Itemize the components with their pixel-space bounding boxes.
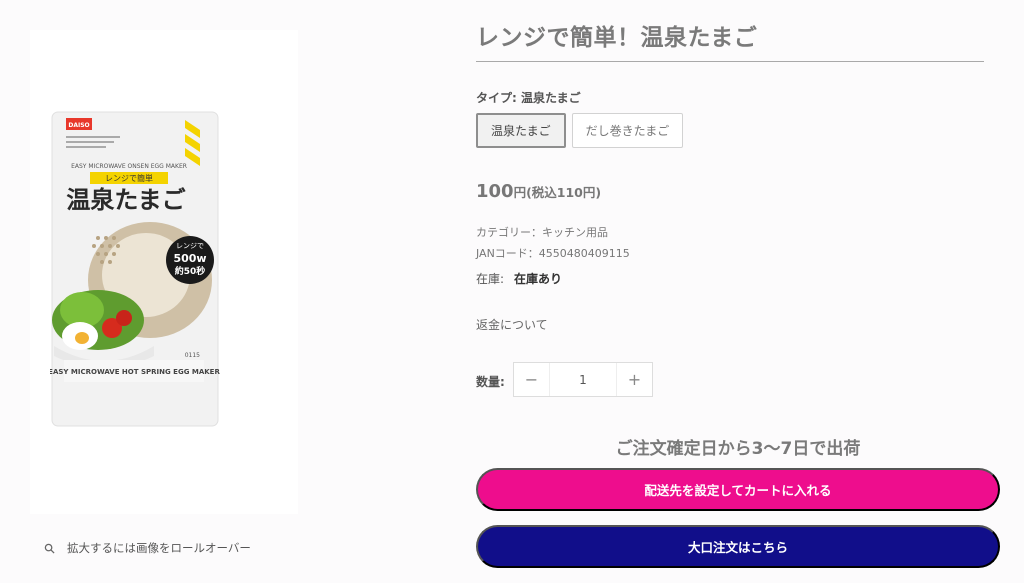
zoom-hint: 拡大するには画像をロールオーバー xyxy=(44,540,251,556)
badge-watt-text: 500w xyxy=(173,252,206,265)
quantity-increment-button[interactable]: + xyxy=(617,363,652,396)
photo-item-number: 0115 xyxy=(185,352,200,359)
product-image[interactable]: DAISO レンジで簡単 EASY MICROWAVE ONSEN EGG MA… xyxy=(50,110,220,428)
stock-status: 在庫: 在庫あり xyxy=(476,270,562,287)
category-text: カテゴリー：キッチン用品 xyxy=(476,226,608,239)
price-unit: 円(税込110円) xyxy=(513,185,602,200)
badge-time-text: 約50秒 xyxy=(175,265,206,277)
search-icon xyxy=(44,543,55,554)
price-value: 100 xyxy=(476,181,514,202)
badge-top-text: レンジで xyxy=(176,242,204,250)
add-to-cart-button[interactable]: 配送先を設定してカートに入れる xyxy=(476,468,1000,511)
type-label: タイプ: 温泉たまご xyxy=(476,91,581,105)
bulk-order-button[interactable]: 大口注文はこちら xyxy=(476,525,1000,568)
brand-logo-text: DAISO xyxy=(68,122,89,129)
title-divider xyxy=(476,61,984,62)
quantity-label: 数量: xyxy=(476,375,505,389)
product-title: レンジで簡単！温泉たまご xyxy=(476,25,758,51)
zoom-hint-text: 拡大するには画像をロールオーバー xyxy=(67,541,251,555)
shipping-note: ご注文確定日から3〜7日で出荷 xyxy=(615,439,861,459)
refund-link[interactable]: 返金について xyxy=(476,316,548,333)
jan-code-text: JANコード：4550480409115 xyxy=(476,247,630,260)
photo-bottom-label: EASY MICROWAVE HOT SPRING EGG MAKER xyxy=(50,368,220,376)
stock-label: 在庫: xyxy=(476,272,505,286)
quantity-stepper: − 1 + xyxy=(513,362,653,397)
variant-dashimaki-tamago[interactable]: だし巻きたまご xyxy=(571,113,684,148)
variant-onsen-tamago[interactable]: 温泉たまご xyxy=(476,113,566,148)
variant-selector: 温泉たまご だし巻きたまご xyxy=(476,113,684,148)
photo-sub-banner: レンジで簡単 xyxy=(105,173,153,183)
quantity-input[interactable]: 1 xyxy=(549,363,617,396)
price: 100円(税込110円) xyxy=(476,181,601,202)
product-gallery: DAISO レンジで簡単 EASY MICROWAVE ONSEN EGG MA… xyxy=(0,0,300,583)
photo-heading: 温泉たまご xyxy=(66,186,185,214)
stock-value: 在庫あり xyxy=(514,272,563,286)
photo-en-banner: EASY MICROWAVE ONSEN EGG MAKER xyxy=(71,163,187,170)
quantity-decrement-button[interactable]: − xyxy=(514,363,549,396)
